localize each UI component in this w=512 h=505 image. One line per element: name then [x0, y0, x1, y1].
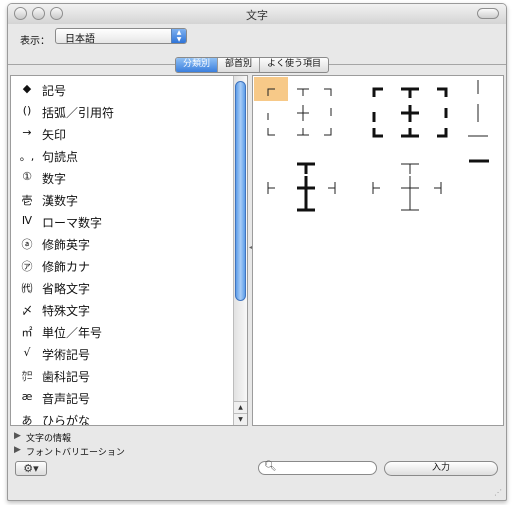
category-item[interactable]: Ⅳ ローマ数字	[11, 211, 233, 233]
tab-by-category[interactable]: 分類別	[176, 58, 219, 72]
display-select-value: 日本語	[65, 34, 95, 45]
category-icon: √	[23, 346, 31, 359]
category-label: ひらがな	[42, 414, 91, 426]
category-item[interactable]: → 矢印	[11, 123, 233, 145]
category-label: 特殊文字	[42, 304, 91, 318]
category-item[interactable]: あひらがな	[11, 409, 233, 426]
tab-favorites[interactable]: よく使う項目	[260, 58, 328, 72]
category-item[interactable]: 壱漢数字	[11, 189, 233, 211]
category-item[interactable]: 。, 句読点	[11, 145, 233, 167]
category-icon: 〆	[21, 304, 33, 317]
category-label: 音声記号	[42, 392, 91, 406]
tab-bar: 分類別 部首別 よく使う項目	[8, 54, 506, 73]
category-list: ◆ 記号 () 括弧／引用符 → 矢印 。, 句読点 ① 数字 壱漢数字 Ⅳ ローマ数字 ⓐ…	[10, 75, 248, 426]
disclosure-triangle-icon[interactable]: ▶	[14, 431, 21, 441]
category-icon: →	[22, 126, 32, 139]
category-icon: 壱	[21, 194, 33, 207]
font-variation-label[interactable]: フォントバリエーション	[26, 445, 125, 458]
display-label: 表示：	[20, 36, 50, 47]
category-label: 矢印	[42, 128, 67, 142]
category-label: 学術記号	[42, 348, 91, 362]
category-label: 修飾カナ	[42, 260, 91, 274]
category-icon: ㎡	[21, 326, 33, 339]
title-bar: 文字	[8, 4, 506, 24]
category-scrollbar[interactable]: ▲ ▼	[233, 76, 247, 425]
resize-grip-icon[interactable]: ⋰	[494, 488, 505, 499]
search-icon: 🔍︎	[264, 461, 277, 472]
category-item[interactable]: ㈹省略文字	[11, 277, 233, 299]
category-item[interactable]: √ 学術記号	[11, 343, 233, 365]
category-icon: 。,	[19, 150, 35, 163]
gear-menu-button[interactable]: ⚙▾	[15, 461, 47, 476]
display-select[interactable]: 日本語 ▲ ▼	[55, 28, 187, 45]
category-icon: ㌍	[21, 370, 33, 383]
category-label: 句読点	[42, 150, 79, 164]
category-label: 修飾英字	[42, 238, 91, 252]
character-palette-window: 文字 表示： 日本語 ▲ ▼ 分類別 部首別 よく使う項目 ◆ 記号 () 括弧／引用…	[7, 3, 507, 501]
character-grid	[252, 75, 504, 426]
search-field[interactable]: 🔍︎	[258, 461, 377, 475]
category-label: 省略文字	[42, 282, 91, 296]
category-icon: ⓐ	[21, 238, 33, 251]
bracket-glyphs[interactable]	[253, 76, 503, 425]
category-label: 括弧／引用符	[42, 106, 115, 120]
category-label: 単位／年号	[42, 326, 103, 340]
category-item[interactable]: ㋐修飾カナ	[11, 255, 233, 277]
category-item[interactable]: ⓐ 修飾英字	[11, 233, 233, 255]
category-item[interactable]: ㌍歯科記号	[11, 365, 233, 387]
disclosure-triangle-icon[interactable]: ▶	[14, 445, 21, 455]
insert-button[interactable]: 入力	[384, 461, 498, 476]
category-label: ローマ数字	[42, 216, 103, 230]
category-item[interactable]: ① 数字	[11, 167, 233, 189]
category-icon: Ⅳ	[21, 214, 33, 227]
category-item[interactable]: ◆ 記号	[11, 79, 233, 101]
window-title: 文字	[246, 9, 268, 22]
category-item[interactable]: æ 音声記号	[11, 387, 233, 409]
scrollbar-thumb[interactable]	[235, 81, 246, 301]
category-item[interactable]: ㎡単位／年号	[11, 321, 233, 343]
category-label: 記号	[42, 84, 67, 98]
character-info-label[interactable]: 文字の情報	[26, 431, 71, 444]
tab-by-radical[interactable]: 部首別	[218, 58, 261, 72]
category-item[interactable]: () 括弧／引用符	[11, 101, 233, 123]
select-arrows-icon: ▲ ▼	[171, 29, 186, 43]
category-label: 数字	[42, 172, 67, 186]
category-icon: æ	[21, 390, 33, 403]
category-label: 漢数字	[42, 194, 79, 208]
category-icon: ◆	[22, 82, 32, 95]
gear-icon: ⚙▾	[23, 462, 39, 475]
category-icon: ()	[22, 104, 32, 117]
category-icon: ㋐	[21, 260, 33, 273]
category-icon: あ	[21, 414, 33, 426]
toolbar-toggle-button[interactable]	[477, 8, 499, 19]
category-icon: ①	[22, 170, 32, 183]
category-icon: ㈹	[21, 282, 33, 295]
category-label: 歯科記号	[42, 370, 91, 384]
category-item[interactable]: 〆特殊文字	[11, 299, 233, 321]
scroll-down-icon[interactable]: ▼	[234, 413, 247, 425]
